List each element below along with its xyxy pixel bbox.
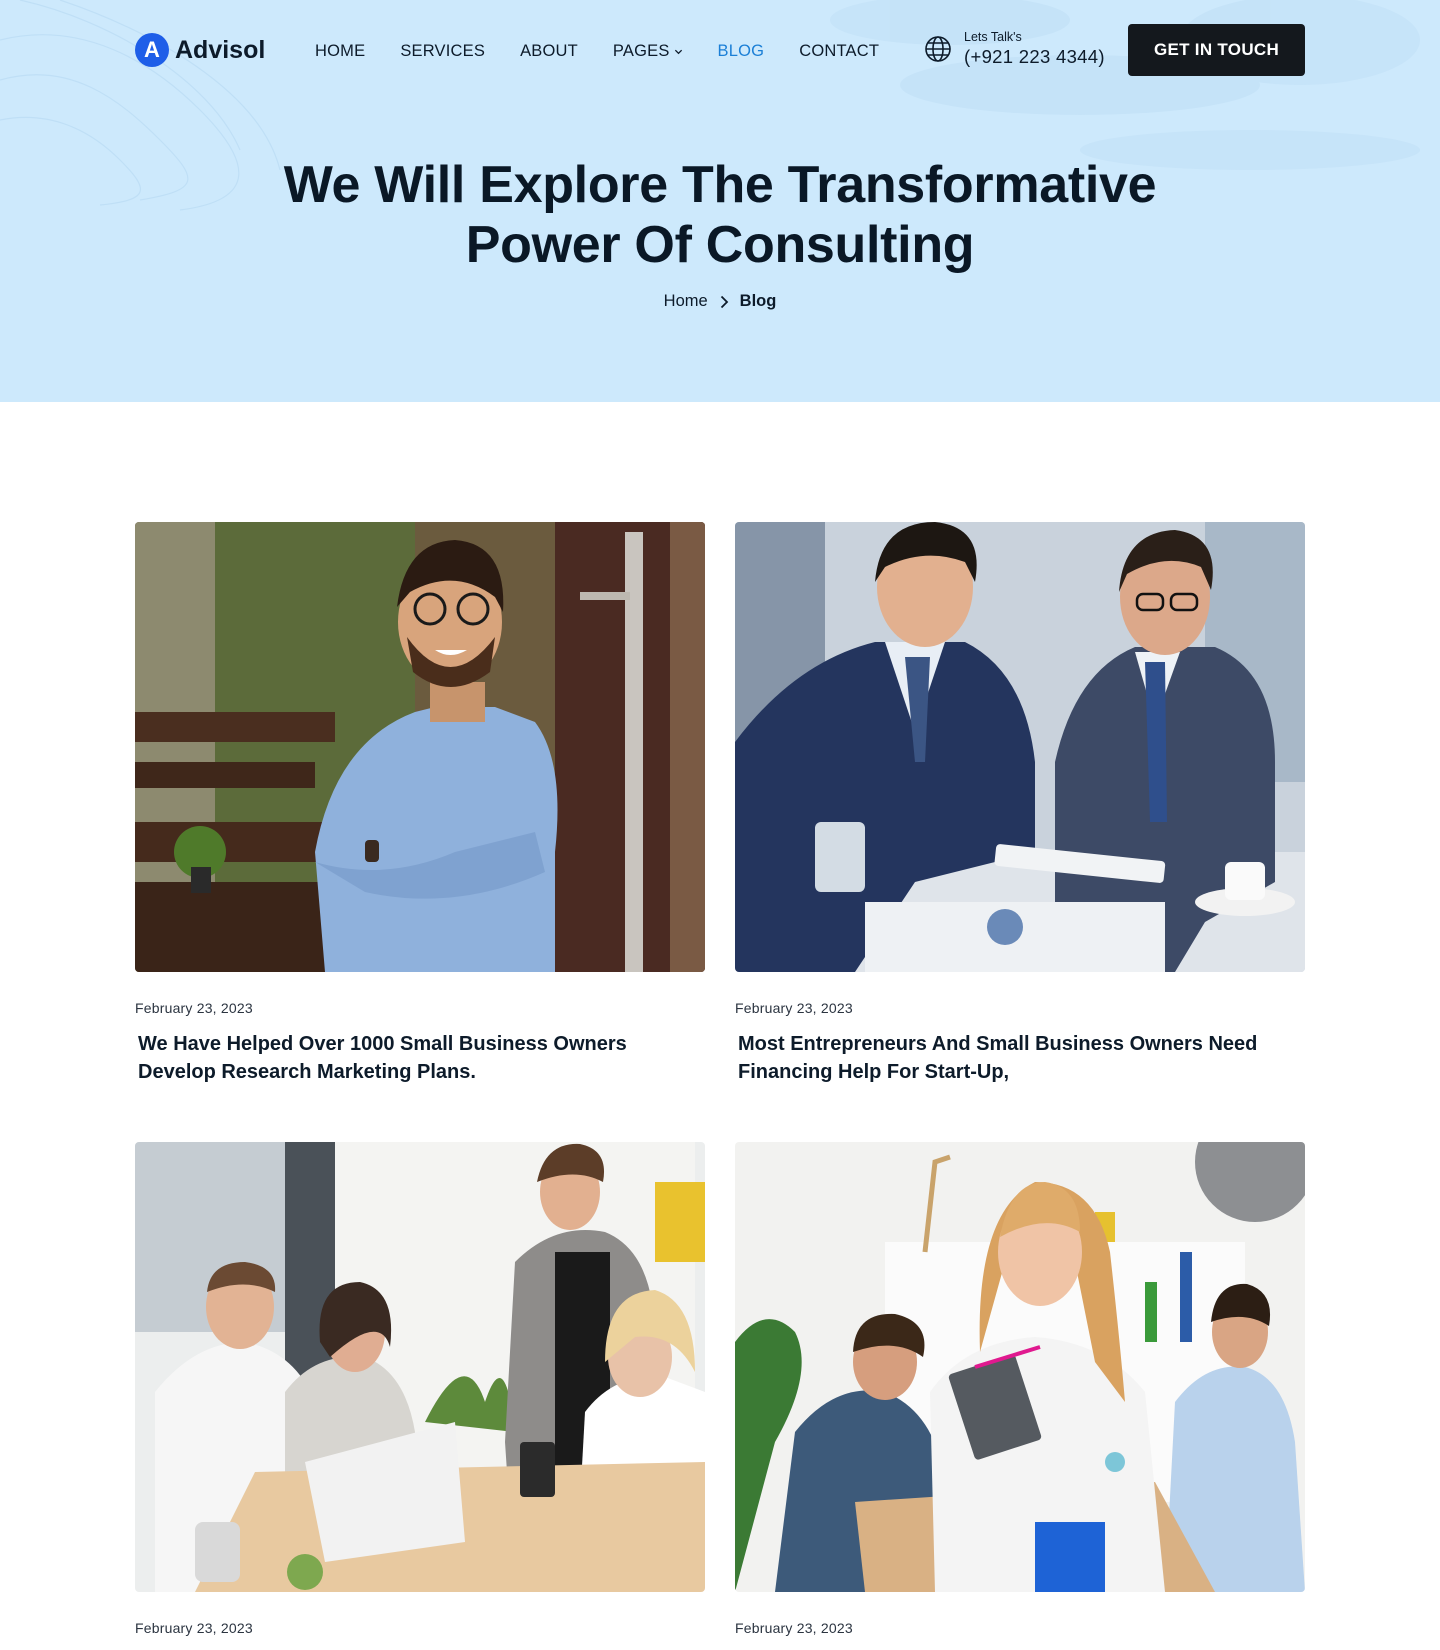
nav-item-services[interactable]: SERVICES <box>400 40 485 62</box>
page-title-line-1: We Will Explore The Transformative <box>283 156 1157 214</box>
get-in-touch-button[interactable]: GET IN TOUCH <box>1128 24 1305 76</box>
businessmen-tablet-photo <box>735 522 1305 972</box>
contact-label: Lets Talk's <box>964 30 1022 44</box>
blog-card[interactable]: February 23, 2023 Most Entrepreneurs And… <box>735 522 1305 1086</box>
blog-card-title[interactable]: We Have Helped Over 1000 Small Business … <box>135 1030 675 1086</box>
blog-card[interactable]: February 23, 2023 <box>735 1142 1305 1636</box>
page-title-line-2: Power Of Consulting <box>465 216 975 274</box>
nav-item-pages[interactable]: PAGES <box>613 40 683 62</box>
nav-item-home[interactable]: HOME <box>315 40 365 62</box>
smiling-man-photo <box>135 522 705 972</box>
blog-card-image[interactable] <box>735 1142 1305 1592</box>
chevron-right-icon <box>720 295 728 308</box>
woman-notebook-photo <box>735 1142 1305 1592</box>
blog-card-image[interactable] <box>135 522 705 972</box>
brand-logo[interactable]: A Advisol <box>135 33 265 67</box>
globe-icon <box>925 36 951 62</box>
contact-block[interactable]: Lets Talk's (+921 223 4344) <box>924 30 1105 68</box>
blog-card-image[interactable] <box>735 522 1305 972</box>
breadcrumb: Home Blog <box>0 292 1440 311</box>
blog-card-date: February 23, 2023 <box>135 1620 253 1636</box>
blog-card-date: February 23, 2023 <box>735 1000 853 1016</box>
contact-phone[interactable]: (+921 223 4344) <box>964 46 1105 68</box>
breadcrumb-current: Blog <box>739 292 777 310</box>
blog-card-title[interactable]: Most Entrepreneurs And Small Business Ow… <box>735 1030 1275 1086</box>
blog-card-date: February 23, 2023 <box>735 1620 853 1636</box>
breadcrumb-home[interactable]: Home <box>664 292 708 311</box>
main-nav: HOME SERVICES ABOUT PAGES BLOG CONTACT <box>315 40 914 62</box>
chevron-down-icon <box>674 49 682 54</box>
blog-card[interactable]: February 23, 2023 <box>135 1142 705 1636</box>
blog-card[interactable]: February 23, 2023 We Have Helped Over 10… <box>135 522 705 1086</box>
team-meeting-photo <box>135 1142 705 1592</box>
blog-card-date: February 23, 2023 <box>135 1000 253 1016</box>
nav-item-about[interactable]: ABOUT <box>520 40 578 62</box>
logo-mark: A <box>135 33 169 67</box>
logo-text: Advisol <box>175 35 266 64</box>
page-title: We Will Explore The Transformative Power… <box>0 155 1440 275</box>
blog-card-image[interactable] <box>135 1142 705 1592</box>
page-hero: A Advisol HOME SERVICES ABOUT PAGES BLOG… <box>0 0 1440 402</box>
nav-item-contact[interactable]: CONTACT <box>799 40 879 62</box>
nav-item-blog[interactable]: BLOG <box>718 40 765 62</box>
nav-item-pages-label: PAGES <box>612 41 670 60</box>
